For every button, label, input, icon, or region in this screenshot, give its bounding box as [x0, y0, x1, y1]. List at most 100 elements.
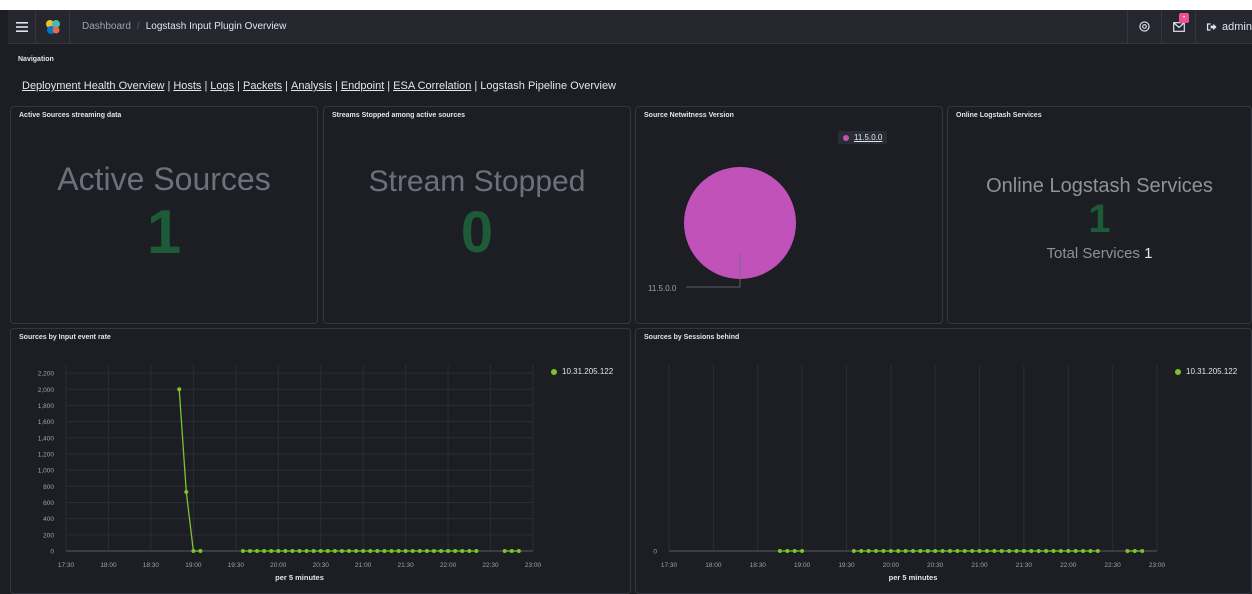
- data-point[interactable]: [1088, 549, 1093, 553]
- data-point[interactable]: [903, 549, 908, 553]
- data-point[interactable]: [424, 549, 429, 553]
- data-point[interactable]: [911, 549, 915, 553]
- data-point[interactable]: [851, 549, 856, 553]
- data-point[interactable]: [509, 549, 514, 553]
- x-axis-label: per 5 minutes: [275, 573, 324, 582]
- x-tick-label: 20:00: [270, 562, 287, 569]
- data-point[interactable]: [992, 549, 997, 553]
- data-point[interactable]: [502, 549, 507, 553]
- menu-button[interactable]: [8, 9, 36, 44]
- data-point[interactable]: [1073, 549, 1078, 553]
- data-point[interactable]: [962, 549, 967, 553]
- data-point[interactable]: [375, 549, 380, 553]
- data-point[interactable]: [474, 549, 479, 553]
- y-tick-label: 1,200: [38, 451, 55, 458]
- data-point[interactable]: [431, 549, 436, 553]
- data-point[interactable]: [453, 549, 458, 553]
- nav-link-logs[interactable]: Logs: [210, 80, 234, 92]
- data-point[interactable]: [925, 549, 930, 553]
- nav-link-analysis[interactable]: Analysis: [291, 80, 332, 92]
- data-point[interactable]: [460, 549, 465, 553]
- data-point[interactable]: [1036, 549, 1041, 553]
- data-point[interactable]: [467, 549, 472, 553]
- data-point[interactable]: [970, 549, 975, 553]
- data-point[interactable]: [304, 549, 309, 553]
- data-point[interactable]: [361, 549, 366, 553]
- data-point[interactable]: [918, 549, 923, 553]
- data-point[interactable]: [240, 549, 245, 553]
- data-point[interactable]: [247, 549, 252, 553]
- data-point[interactable]: [947, 549, 952, 553]
- data-point[interactable]: [874, 549, 879, 553]
- data-point[interactable]: [785, 549, 790, 553]
- data-point[interactable]: [866, 549, 871, 553]
- data-point[interactable]: [276, 549, 281, 553]
- data-point[interactable]: [1044, 549, 1049, 553]
- data-point[interactable]: [777, 549, 782, 553]
- data-point[interactable]: [888, 549, 893, 553]
- data-point[interactable]: [198, 549, 203, 553]
- nav-link-endpoint[interactable]: Endpoint: [341, 80, 384, 92]
- data-point[interactable]: [516, 549, 521, 553]
- data-point[interactable]: [297, 549, 302, 553]
- data-point[interactable]: [191, 549, 196, 553]
- nav-link-hosts[interactable]: Hosts: [173, 80, 201, 92]
- y-tick-label: 1,600: [38, 419, 55, 426]
- data-point[interactable]: [1132, 549, 1137, 553]
- data-point[interactable]: [417, 549, 422, 553]
- data-point[interactable]: [332, 549, 337, 553]
- data-point[interactable]: [1081, 549, 1086, 553]
- data-point[interactable]: [1058, 549, 1063, 553]
- data-point[interactable]: [184, 489, 189, 494]
- data-point[interactable]: [881, 549, 886, 553]
- data-point[interactable]: [896, 549, 901, 553]
- data-point[interactable]: [283, 549, 288, 553]
- news-button[interactable]: •: [1161, 9, 1195, 44]
- data-point[interactable]: [1066, 549, 1071, 553]
- nav-link-packets[interactable]: Packets: [243, 80, 282, 92]
- help-button[interactable]: [1127, 9, 1161, 44]
- data-point[interactable]: [940, 549, 945, 553]
- user-menu[interactable]: admin: [1195, 9, 1252, 44]
- data-point[interactable]: [439, 549, 444, 553]
- data-point[interactable]: [389, 549, 394, 553]
- data-point[interactable]: [354, 549, 359, 553]
- data-point[interactable]: [1007, 549, 1012, 553]
- data-point[interactable]: [382, 549, 387, 553]
- data-point[interactable]: [262, 549, 267, 553]
- data-point[interactable]: [800, 549, 805, 553]
- data-point[interactable]: [255, 549, 260, 553]
- data-point[interactable]: [1140, 549, 1145, 553]
- data-point[interactable]: [339, 549, 344, 553]
- data-point[interactable]: [1029, 549, 1034, 553]
- data-point[interactable]: [999, 549, 1004, 553]
- data-point[interactable]: [347, 549, 352, 553]
- data-point[interactable]: [446, 549, 451, 553]
- data-point[interactable]: [1095, 549, 1100, 553]
- data-point[interactable]: [403, 549, 408, 553]
- data-point[interactable]: [410, 549, 415, 553]
- data-point[interactable]: [311, 549, 316, 553]
- nav-link-deployment-health[interactable]: Deployment Health Overview: [22, 80, 164, 92]
- data-point[interactable]: [977, 549, 982, 553]
- data-point[interactable]: [269, 549, 274, 553]
- metric-label: Active Sources: [57, 161, 271, 197]
- data-point[interactable]: [1051, 549, 1056, 553]
- data-point[interactable]: [1125, 549, 1130, 553]
- data-point[interactable]: [368, 549, 373, 553]
- data-point[interactable]: [984, 549, 989, 553]
- data-point[interactable]: [955, 549, 960, 553]
- data-point[interactable]: [1014, 549, 1019, 553]
- data-point[interactable]: [859, 549, 864, 553]
- data-point[interactable]: [290, 549, 295, 553]
- data-point[interactable]: [792, 549, 797, 553]
- data-point[interactable]: [396, 549, 401, 553]
- breadcrumb-dashboard[interactable]: Dashboard: [82, 21, 131, 32]
- data-point[interactable]: [318, 549, 323, 553]
- data-point[interactable]: [1021, 549, 1026, 553]
- app-logo[interactable]: [36, 9, 70, 44]
- data-point[interactable]: [325, 549, 330, 553]
- data-point[interactable]: [933, 549, 938, 553]
- nav-link-esa-correlation[interactable]: ESA Correlation: [393, 80, 471, 92]
- data-point[interactable]: [177, 387, 182, 392]
